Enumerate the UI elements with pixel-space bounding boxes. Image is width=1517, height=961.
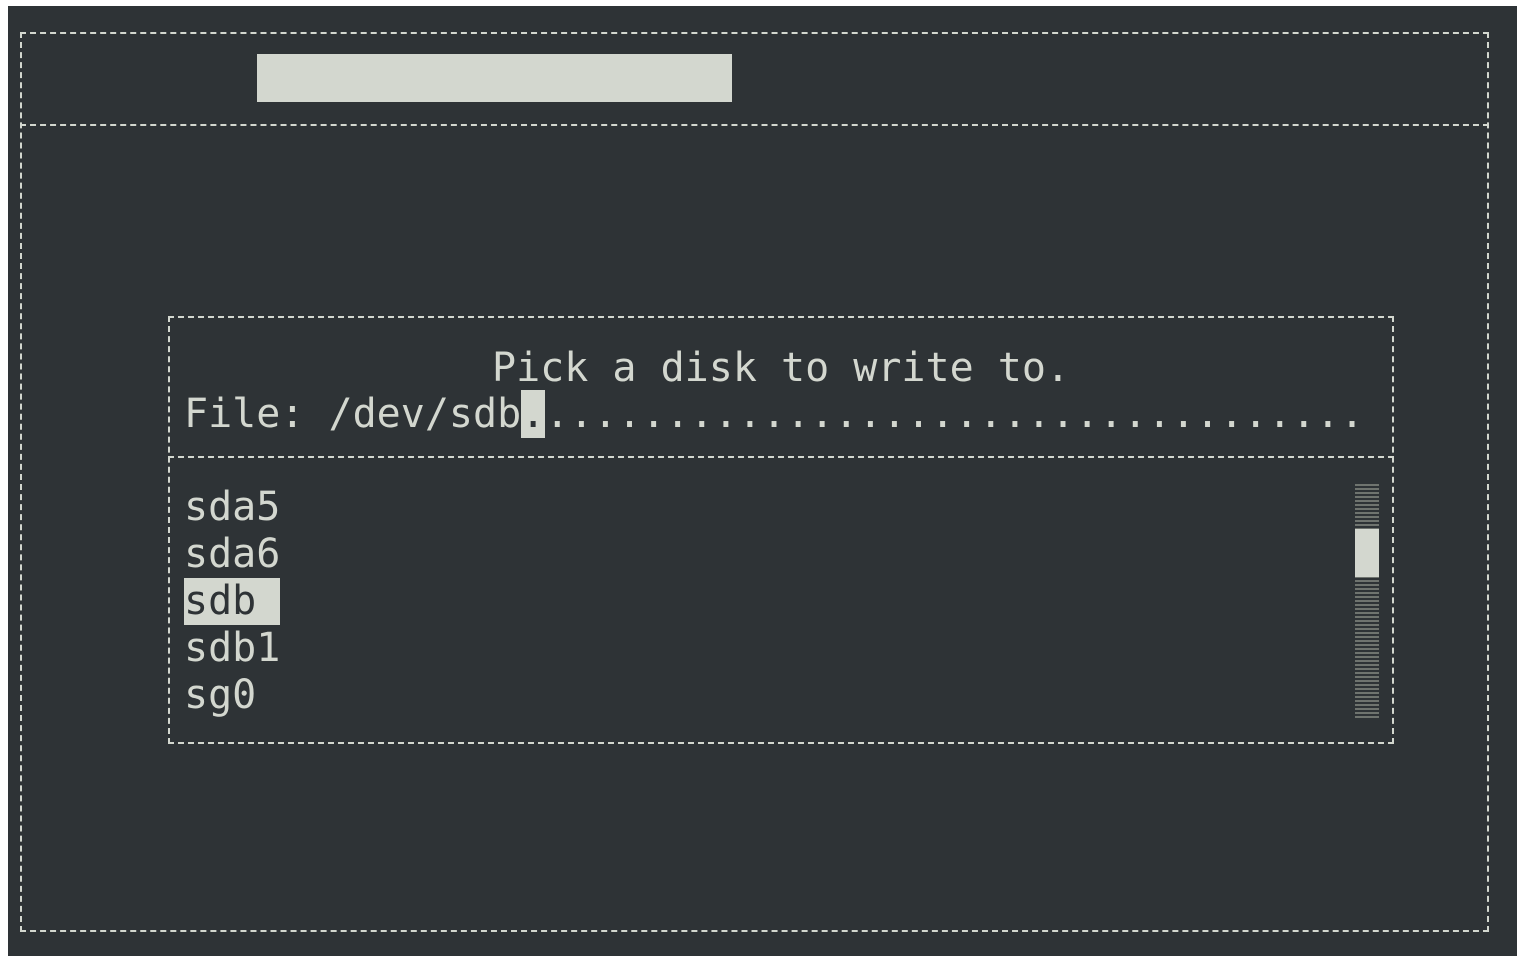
list-item[interactable]: sda5	[182, 484, 1342, 531]
file-input-fill: ........................................…	[545, 391, 1364, 437]
file-label-spacer	[304, 390, 328, 438]
file-label: File:	[184, 391, 305, 437]
list-scrollbar[interactable]	[1355, 482, 1379, 718]
dialog-prompt: Pick a disk to write to.	[492, 345, 1070, 391]
list-item-label: sdb1	[184, 625, 281, 671]
list-item-selected[interactable]: sdb	[182, 578, 1342, 625]
list-item-label: sda6	[184, 531, 281, 577]
list-item[interactable]: sg0	[182, 672, 1342, 719]
title-bar	[257, 54, 732, 102]
list-item-label: sg0	[184, 672, 257, 718]
text-cursor: .	[521, 390, 546, 438]
file-input-value[interactable]: /dev/sdb	[329, 390, 522, 438]
file-input-line[interactable]: File: /dev/sdb..........................…	[184, 390, 1363, 438]
list-item[interactable]: sda6	[182, 531, 1342, 578]
list-item-label: sdb	[184, 578, 280, 625]
scrollbar-thumb[interactable]	[1355, 529, 1379, 577]
dialog-divider	[168, 456, 1394, 458]
outer-frame-divider	[20, 124, 1489, 126]
disk-list[interactable]: sda5 sda6 sdb sdb1 sg0	[182, 484, 1342, 719]
list-item[interactable]: sdb1	[182, 625, 1342, 672]
list-item-label: sda5	[184, 484, 281, 530]
